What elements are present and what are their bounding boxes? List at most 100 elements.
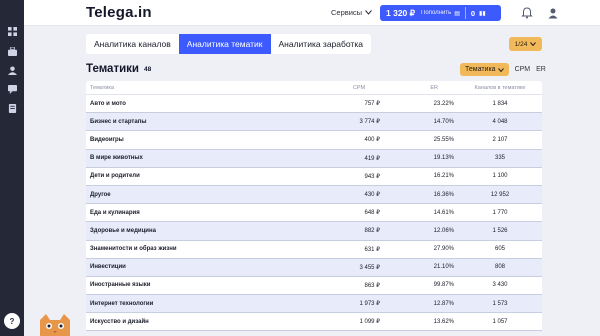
table-row[interactable]: Еда и кулинария 648 ₽ 14.61% 1 770 <box>86 204 542 223</box>
topics-table: Тематика CPM ER Каналов в тематике Авто … <box>86 81 542 332</box>
services-menu[interactable]: Сервисы <box>331 8 372 17</box>
balance-widget[interactable]: 1 320 ₽ Пополнить ▤ 0 ▮▮ <box>380 5 501 21</box>
wallet-icon: ▤ <box>454 10 460 17</box>
channels-value: 1 100 <box>492 173 508 180</box>
top-header: Telega.in Сервисы 1 320 ₽ Пополнить ▤ 0 … <box>24 0 600 26</box>
er-value: 25.55% <box>433 136 454 143</box>
topic-name: Иностранные языки <box>90 282 151 289</box>
page-select[interactable]: 1/24 <box>509 37 542 51</box>
topup-button[interactable]: Пополнить <box>421 10 451 16</box>
tab-channels-analytics[interactable]: Аналитика каналов <box>86 34 179 54</box>
table-row[interactable]: Видеоигры 400 ₽ 25.55% 2 107 <box>86 131 542 150</box>
cpm-value: 1 099 ₽ <box>359 319 381 326</box>
er-value: 99.87% <box>433 282 454 289</box>
topic-name: В мире животных <box>90 155 143 162</box>
channels-value: 1 834 <box>492 100 508 107</box>
sort-topic-button[interactable]: Тематика <box>460 63 509 76</box>
chat-icon[interactable] <box>6 83 18 95</box>
tab-earnings-analytics[interactable]: Аналитика заработка <box>271 34 371 54</box>
topics-count: 48 <box>144 66 152 73</box>
profile-icon[interactable] <box>547 7 559 19</box>
cpm-value: 863 ₽ <box>364 282 381 289</box>
topic-name: Видеоигры <box>90 136 124 143</box>
channels-value: 1 573 <box>492 300 508 307</box>
logo[interactable]: Telega.in <box>86 4 152 21</box>
topic-name: Авто и мото <box>90 100 126 107</box>
er-value: 14.61% <box>433 209 454 216</box>
table-row[interactable]: Инвестиции 3 455 ₽ 21.10% 808 <box>86 258 542 277</box>
bell-icon[interactable] <box>521 7 533 19</box>
cpm-value: 631 ₽ <box>364 246 381 253</box>
er-value: 12.06% <box>433 227 454 234</box>
analytics-tabs: Аналитика каналов Аналитика тематик Анал… <box>86 34 371 54</box>
column-header-er[interactable]: ER <box>384 85 458 91</box>
cat-mascot-icon <box>40 314 70 336</box>
er-value: 13.62% <box>433 318 454 325</box>
er-value: 16.36% <box>433 191 454 198</box>
sidebar: ? <box>0 0 24 336</box>
cpm-value: 648 ₽ <box>364 210 381 217</box>
cpm-value: 3 774 ₽ <box>359 119 381 126</box>
page-select-label: 1/24 <box>514 40 528 48</box>
channels-value: 1 526 <box>492 227 508 234</box>
er-value: 14.70% <box>433 118 454 125</box>
channels-value: 1 057 <box>492 318 508 325</box>
table-row[interactable]: Знаменитости и образ жизни 631 ₽ 27.90% 605 <box>86 241 542 259</box>
table-row[interactable]: Авто и мото 757 ₽ 23.22% 1 834 <box>86 95 542 114</box>
topic-name: Еда и кулинария <box>90 209 140 216</box>
balance-amount: 1 320 ₽ <box>386 7 416 18</box>
topic-name: Знаменитости и образ жизни <box>90 246 177 253</box>
er-value: 23.22% <box>433 100 454 107</box>
topic-name: Дети и родители <box>90 173 140 180</box>
channels-value: 3 430 <box>492 282 508 289</box>
stats-icon: ▮▮ <box>479 10 486 17</box>
channels-value: 605 <box>494 246 505 253</box>
table-row[interactable]: Интернет технологии 1 973 ₽ 12.87% 1 573 <box>86 295 542 314</box>
cpm-value: 882 ₽ <box>364 228 381 235</box>
sort-topic-label: Тематика <box>465 66 496 73</box>
chevron-down-icon <box>365 10 372 15</box>
tab-topics-analytics[interactable]: Аналитика тематик <box>178 34 271 54</box>
chevron-down-icon <box>530 42 537 46</box>
document-icon[interactable] <box>6 102 18 114</box>
column-header-cpm[interactable]: CPM <box>334 85 384 91</box>
channels-value: 1 770 <box>492 209 508 216</box>
table-row[interactable]: Бизнес и стартапы 3 774 ₽ 14.70% 4 048 <box>86 113 542 132</box>
briefcase-icon[interactable] <box>6 45 18 57</box>
topic-name: Бизнес и стартапы <box>90 118 147 125</box>
er-value: 19.13% <box>433 155 454 162</box>
cpm-value: 3 455 ₽ <box>359 264 381 271</box>
channels-value: 12 952 <box>490 191 510 198</box>
services-label: Сервисы <box>331 8 363 17</box>
sort-er-button[interactable]: ER <box>536 66 546 73</box>
cpm-value: 757 ₽ <box>364 101 381 108</box>
column-header-topic[interactable]: Тематика <box>86 85 334 91</box>
cpm-value: 419 ₽ <box>364 155 381 162</box>
table-row[interactable]: Другое 430 ₽ 16.36% 12 952 <box>86 185 542 205</box>
cpm-value: 1 973 ₽ <box>359 301 381 308</box>
table-row[interactable]: Дети и родители 943 ₽ 16.21% 1 100 <box>86 168 542 186</box>
cpm-value: 400 ₽ <box>364 137 381 144</box>
er-value: 12.87% <box>433 300 454 307</box>
page-title: Тематики <box>86 63 139 75</box>
table-row[interactable]: Иностранные языки 863 ₽ 99.87% 3 430 <box>86 277 542 296</box>
topic-name: Другое <box>90 191 111 198</box>
column-header-channels[interactable]: Каналов в тематике <box>458 85 542 91</box>
dashboard-icon[interactable] <box>6 25 18 37</box>
topic-name: Инвестиции <box>90 264 126 271</box>
topic-name: Искусство и дизайн <box>90 318 149 325</box>
er-value: 16.21% <box>433 173 454 180</box>
table-row[interactable]: Здоровье и медицина 882 ₽ 12.06% 1 526 <box>86 222 542 241</box>
divider <box>464 7 466 19</box>
sort-cpm-button[interactable]: CPM <box>515 66 531 73</box>
table-header: Тематика CPM ER Каналов в тематике <box>86 81 542 95</box>
sort-controls: Тематика CPM ER <box>460 63 546 76</box>
user-icon[interactable] <box>6 64 18 76</box>
table-row[interactable]: В мире животных 419 ₽ 19.13% 335 <box>86 149 542 168</box>
table-row[interactable]: Искусство и дизайн 1 099 ₽ 13.62% 1 057 <box>86 313 542 332</box>
er-value: 27.90% <box>433 246 454 253</box>
topic-name: Интернет технологии <box>90 300 154 307</box>
help-icon[interactable]: ? <box>4 313 20 329</box>
stats-count: 0 <box>470 8 476 18</box>
cpm-value: 430 ₽ <box>364 192 381 199</box>
